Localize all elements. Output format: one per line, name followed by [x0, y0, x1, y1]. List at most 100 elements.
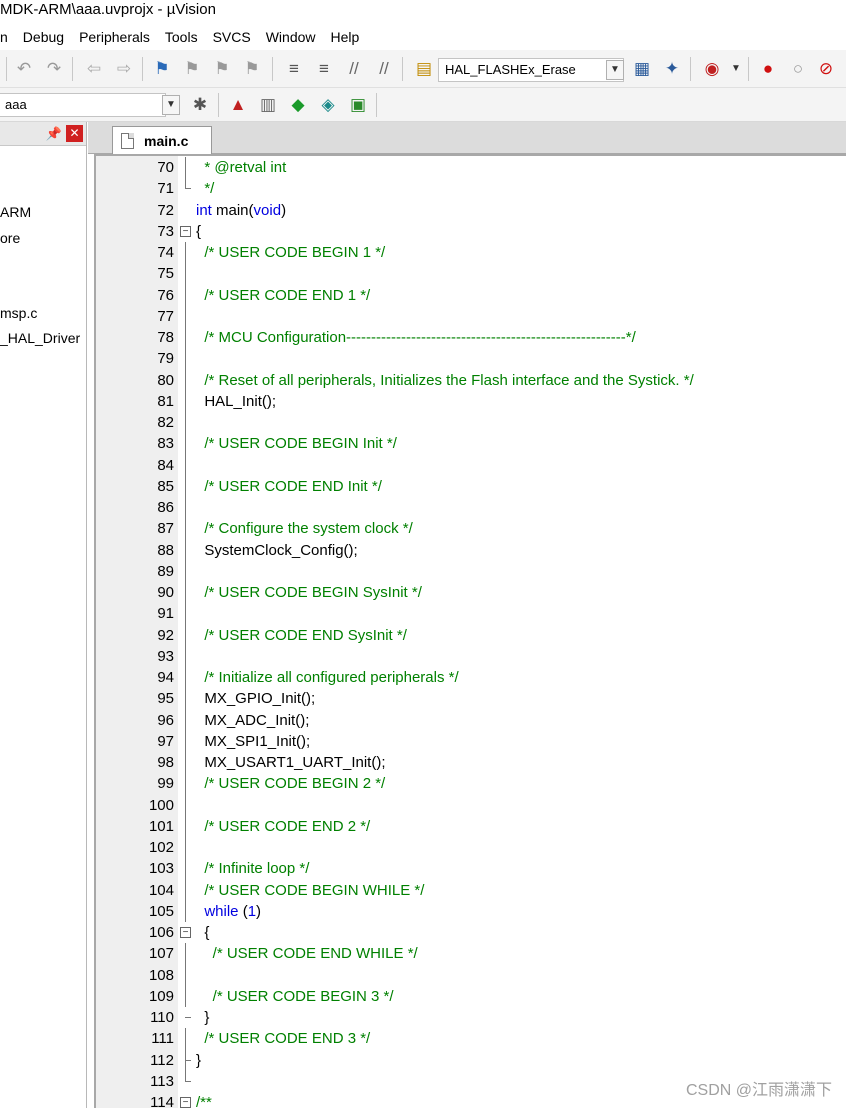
line-number: 95: [157, 690, 174, 708]
code-line[interactable]: 105 while (1): [96, 901, 846, 922]
code-line[interactable]: 90 /* USER CODE BEGIN SysInit */: [96, 582, 846, 603]
code-line[interactable]: 89: [96, 561, 846, 582]
code-line[interactable]: 88 SystemClock_Config();: [96, 540, 846, 561]
code-line[interactable]: 101 /* USER CODE END 2 */: [96, 816, 846, 837]
manage-project-icon[interactable]: ▲: [228, 95, 248, 115]
menu-peripherals[interactable]: Peripherals: [79, 29, 150, 45]
line-number: 104: [148, 881, 174, 899]
pack-installer-icon[interactable]: ◆: [288, 95, 308, 115]
code-line[interactable]: 80 /* Reset of all peripherals, Initiali…: [96, 370, 846, 391]
code-line[interactable]: 70 * @retval int: [96, 157, 846, 178]
code-line[interactable]: 83 /* USER CODE BEGIN Init */: [96, 433, 846, 454]
find-icon[interactable]: ▦: [632, 59, 652, 79]
code-line[interactable]: 98 MX_USART1_UART_Init();: [96, 752, 846, 773]
pin-icon[interactable]: 📌: [44, 124, 64, 144]
manage-rte-icon[interactable]: ▣: [348, 95, 368, 115]
code-line[interactable]: 82: [96, 412, 846, 433]
code-line[interactable]: 74 /* USER CODE BEGIN 1 */: [96, 242, 846, 263]
bookmark-icon[interactable]: ⚑: [152, 59, 172, 79]
toolbar-separator: [402, 57, 403, 81]
file-extensions-icon[interactable]: ▥: [258, 95, 278, 115]
menu-help[interactable]: Help: [331, 29, 360, 45]
code-line[interactable]: 104 /* USER CODE BEGIN WHILE */: [96, 880, 846, 901]
breakpoint-icon[interactable]: ●: [758, 59, 778, 79]
menu-debug[interactable]: Debug: [23, 29, 64, 45]
line-number: 72: [157, 201, 174, 219]
target-options-icon[interactable]: ✱: [190, 95, 210, 115]
fold-toggle-icon[interactable]: −: [180, 1097, 191, 1108]
code-line[interactable]: 72 int main(void): [96, 200, 846, 221]
comment-icon[interactable]: //: [344, 59, 364, 79]
code-line[interactable]: 71 */: [96, 178, 846, 199]
code-line[interactable]: 108: [96, 965, 846, 986]
code-line[interactable]: 85 /* USER CODE END Init */: [96, 476, 846, 497]
code-line[interactable]: 78 /* MCU Configuration-----------------…: [96, 327, 846, 348]
code-line[interactable]: 94 /* Initialize all configured peripher…: [96, 667, 846, 688]
indent-icon[interactable]: ≡: [284, 59, 304, 79]
project-tree-item[interactable]: msp.c: [0, 305, 37, 321]
incremental-find-icon[interactable]: ✦: [662, 59, 682, 79]
code-line[interactable]: 92 /* USER CODE END SysInit */: [96, 625, 846, 646]
undo-icon[interactable]: ↶: [14, 59, 34, 79]
disable-breakpoint-icon[interactable]: ○: [788, 59, 808, 79]
code-line[interactable]: 107 /* USER CODE END WHILE */: [96, 943, 846, 964]
code-line[interactable]: 87 /* Configure the system clock */: [96, 518, 846, 539]
code-line[interactable]: 81 HAL_Init();: [96, 391, 846, 412]
select-packs-icon[interactable]: ◈: [318, 95, 338, 115]
debug-session-icon[interactable]: ◉: [702, 59, 722, 79]
code-line[interactable]: 96 MX_ADC_Init();: [96, 710, 846, 731]
find-in-files-icon[interactable]: ▤: [414, 59, 434, 79]
clear-bookmarks-icon[interactable]: ⚑: [242, 59, 262, 79]
project-tree-item[interactable]: ore: [0, 230, 20, 246]
chevron-down-icon[interactable]: ▼: [726, 59, 746, 79]
code-line[interactable]: 100: [96, 795, 846, 816]
target-combo[interactable]: aaa: [0, 93, 166, 117]
code-line[interactable]: 77: [96, 306, 846, 327]
chevron-down-icon[interactable]: ▼: [606, 60, 624, 80]
kill-breakpoints-icon[interactable]: ⊘: [816, 59, 836, 79]
next-bookmark-icon[interactable]: ⚑: [212, 59, 232, 79]
code-line[interactable]: 99 /* USER CODE BEGIN 2 */: [96, 773, 846, 794]
fold-toggle-icon[interactable]: −: [180, 225, 191, 237]
code-line[interactable]: 75: [96, 263, 846, 284]
code-line[interactable]: 97 MX_SPI1_Init();: [96, 731, 846, 752]
project-tree-item[interactable]: ARM: [0, 204, 31, 220]
code-text: */: [196, 180, 215, 198]
navigate-forward-icon[interactable]: ⇨: [114, 59, 134, 79]
code-line[interactable]: 79: [96, 348, 846, 369]
code-line[interactable]: 86: [96, 497, 846, 518]
code-line[interactable]: 76 /* USER CODE END 1 */: [96, 285, 846, 306]
main-toolbar: ↶ ↷ ⇦ ⇨ ⚑ ⚑ ⚑ ⚑ ≡ ≡ // // ▤ HAL_FLASHEx_…: [0, 50, 846, 88]
menu-window[interactable]: Window: [266, 29, 316, 45]
code-line[interactable]: 112}: [96, 1050, 846, 1071]
code-line[interactable]: 73 {: [96, 221, 846, 242]
close-icon[interactable]: ✕: [66, 125, 83, 142]
code-line[interactable]: 103 /* Infinite loop */: [96, 858, 846, 879]
code-line[interactable]: 109 /* USER CODE BEGIN 3 */: [96, 986, 846, 1007]
title-bar: MDK-ARM\aaa.uvprojx - µVision: [0, 0, 846, 24]
fold-toggle-icon[interactable]: −: [180, 927, 191, 938]
uncomment-icon[interactable]: //: [374, 59, 394, 79]
function-combo[interactable]: HAL_FLASHEx_Erase: [438, 58, 624, 82]
prev-bookmark-icon[interactable]: ⚑: [182, 59, 202, 79]
navigate-back-icon[interactable]: ⇦: [84, 59, 104, 79]
redo-icon[interactable]: ↷: [44, 59, 64, 79]
project-tree-item[interactable]: _HAL_Driver: [0, 330, 80, 346]
window-title: MDK-ARM\aaa.uvprojx - µVision: [0, 1, 216, 18]
code-line[interactable]: 95 MX_GPIO_Init();: [96, 688, 846, 709]
code-line[interactable]: 102: [96, 837, 846, 858]
code-line[interactable]: 93: [96, 646, 846, 667]
menu-tools[interactable]: Tools: [165, 29, 198, 45]
code-line[interactable]: 91: [96, 603, 846, 624]
code-line[interactable]: 84: [96, 455, 846, 476]
code-line[interactable]: 111 /* USER CODE END 3 */: [96, 1028, 846, 1049]
tab-main-c[interactable]: main.c: [112, 126, 212, 154]
chevron-down-icon[interactable]: ▼: [162, 95, 180, 115]
menu-edit[interactable]: n: [0, 29, 8, 45]
unindent-icon[interactable]: ≡: [314, 59, 334, 79]
menu-svcs[interactable]: SVCS: [213, 29, 251, 45]
code-line[interactable]: 106 {: [96, 922, 846, 943]
line-number: 76: [157, 286, 174, 304]
code-editor[interactable]: 70 * @retval int 71 */72 int main(void) 73{…: [94, 154, 846, 1108]
code-line[interactable]: 110 }: [96, 1007, 846, 1028]
